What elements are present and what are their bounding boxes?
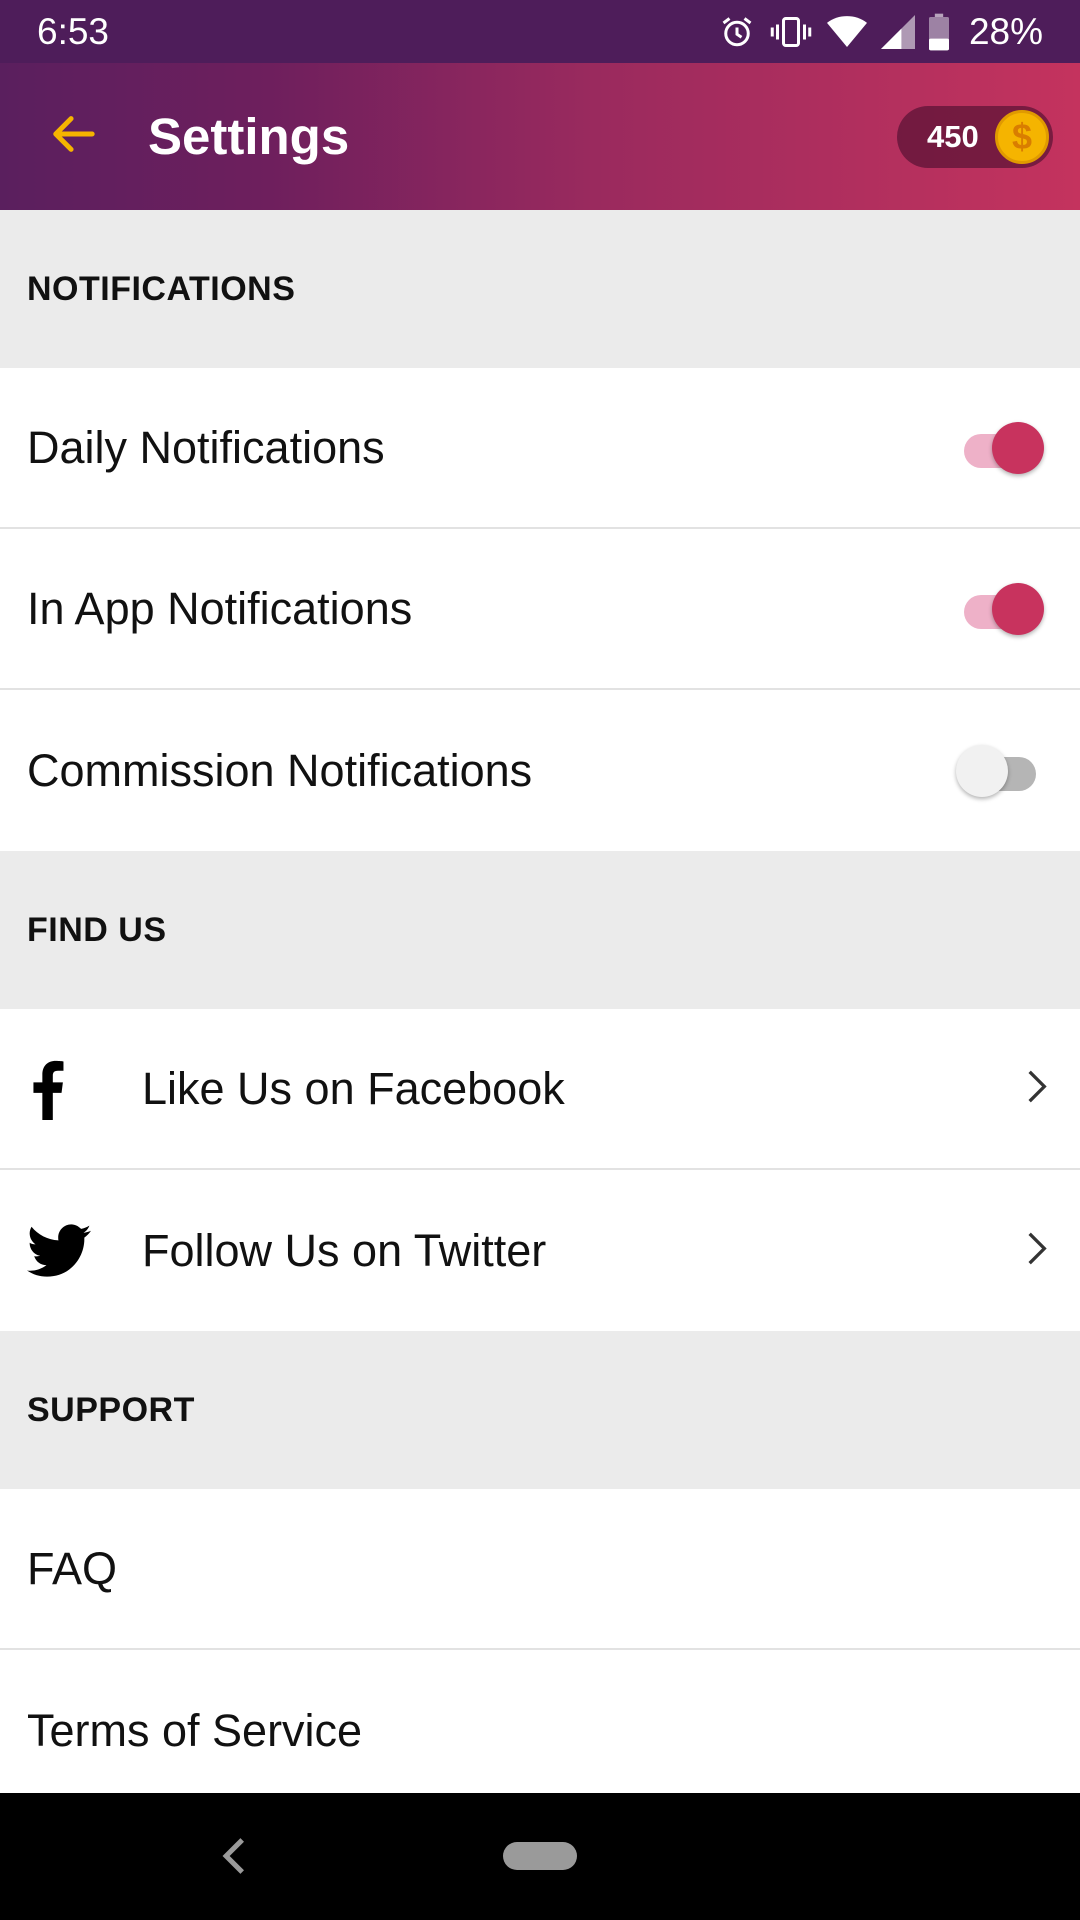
link-terms-of-service[interactable]: Terms of Service (0, 1650, 1080, 1811)
facebook-icon (0, 1058, 142, 1120)
row-label: Daily Notifications (27, 421, 385, 473)
status-time: 6:53 (37, 10, 110, 52)
coin-balance[interactable]: 450 $ (897, 106, 1053, 168)
setting-commission-notifications[interactable]: Commission Notifications (0, 690, 1080, 851)
arrow-back-icon (50, 114, 96, 159)
wifi-icon (826, 15, 867, 49)
chevron-right-icon (1026, 1067, 1048, 1110)
link-facebook[interactable]: Like Us on Facebook (0, 1009, 1080, 1170)
app-bar: Settings 450 $ (0, 63, 1080, 210)
section-header-notifications: NOTIFICATIONS (0, 210, 1080, 368)
chevron-right-icon (1026, 1229, 1048, 1272)
section-header-find-us: FIND US (0, 851, 1080, 1009)
link-twitter[interactable]: Follow Us on Twitter (0, 1170, 1080, 1331)
nav-home-pill[interactable] (503, 1842, 577, 1870)
row-label: Commission Notifications (27, 744, 533, 796)
commission-notifications-toggle[interactable] (956, 744, 1044, 797)
back-button[interactable] (23, 87, 123, 187)
status-bar: 6:53 28% (0, 0, 1080, 63)
row-label: In App Notifications (27, 582, 413, 634)
row-label: Like Us on Facebook (142, 1062, 565, 1114)
nav-back-icon[interactable] (218, 1833, 248, 1884)
row-label: FAQ (27, 1542, 118, 1594)
row-label: Follow Us on Twitter (142, 1224, 547, 1276)
link-faq[interactable]: FAQ (0, 1489, 1080, 1650)
row-label: Terms of Service (27, 1704, 363, 1756)
daily-notifications-toggle[interactable] (960, 421, 1044, 474)
setting-in-app-notifications[interactable]: In App Notifications (0, 529, 1080, 690)
battery-percent: 28% (968, 10, 1043, 52)
section-header-support: SUPPORT (0, 1331, 1080, 1489)
status-icons: 28% (719, 11, 1043, 53)
alarm-icon (719, 14, 755, 50)
coin-count: 450 (927, 119, 979, 154)
in-app-notifications-toggle[interactable] (960, 582, 1044, 635)
coin-icon: $ (995, 110, 1049, 164)
vibrate-icon (769, 14, 813, 50)
page-title: Settings (148, 108, 350, 165)
settings-list: NOTIFICATIONS Daily Notifications In App… (0, 210, 1080, 1811)
system-nav-bar (0, 1793, 1080, 1920)
battery-icon (928, 13, 949, 51)
setting-daily-notifications[interactable]: Daily Notifications (0, 368, 1080, 529)
twitter-icon (0, 1223, 142, 1278)
signal-icon (880, 14, 915, 49)
